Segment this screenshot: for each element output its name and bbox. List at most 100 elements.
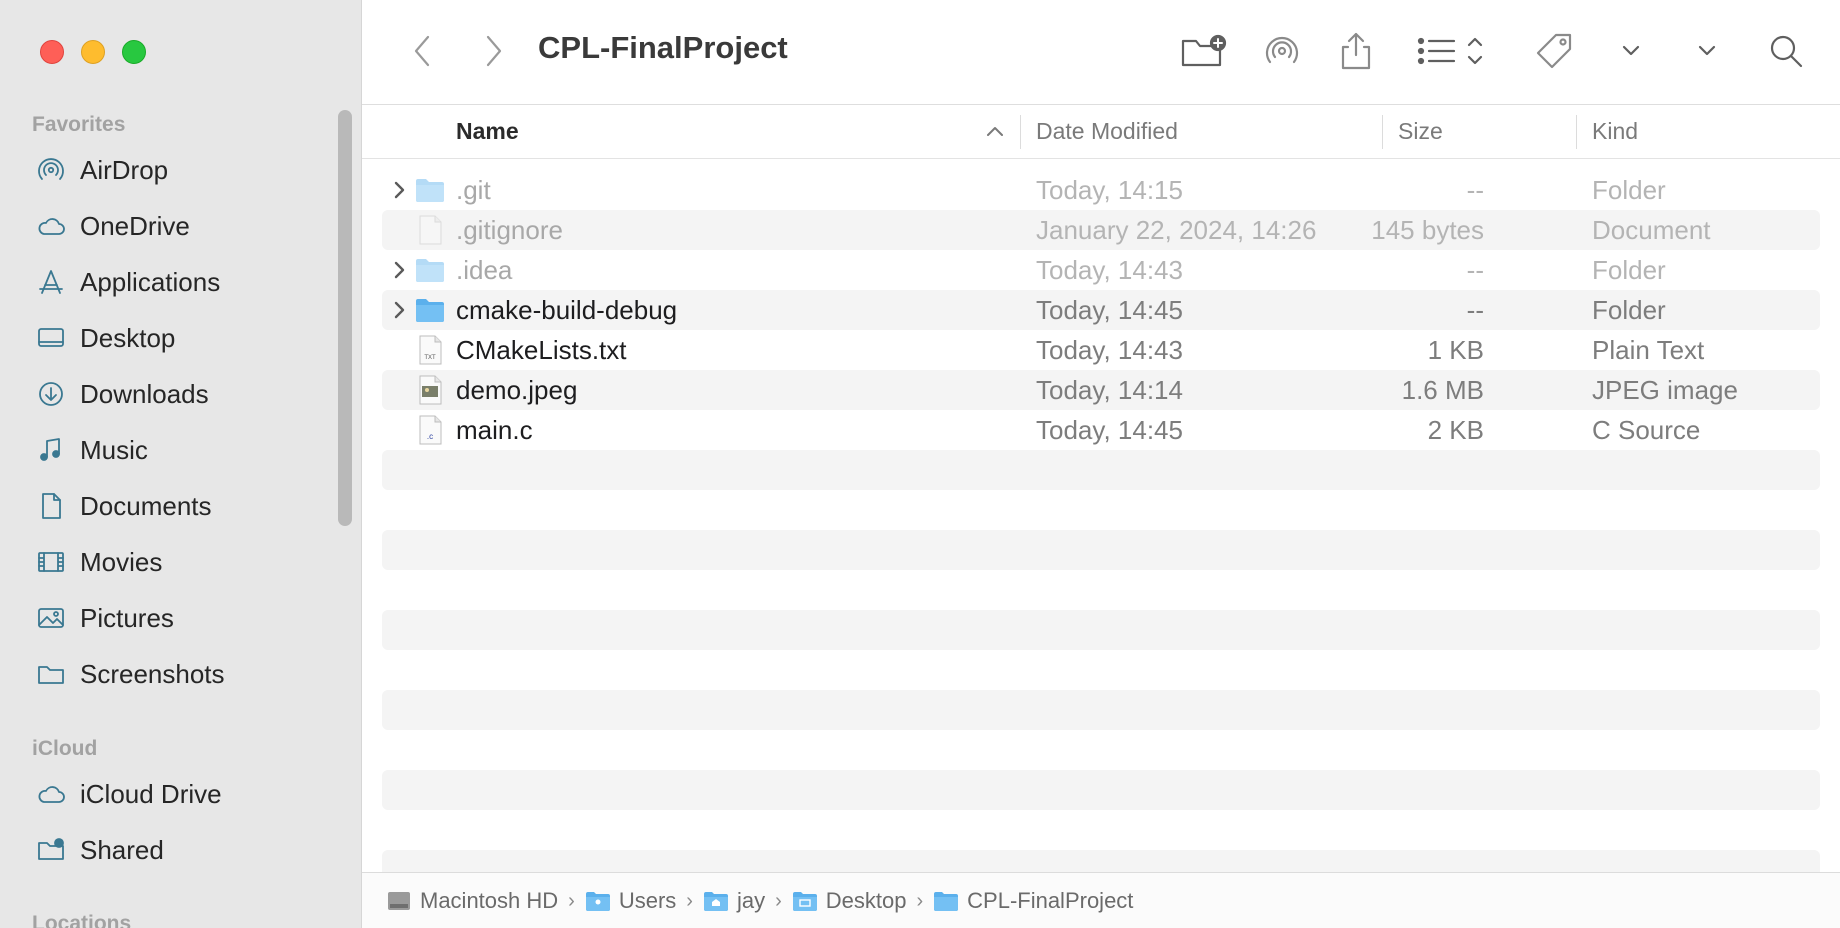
text-file-icon: TXT — [414, 334, 446, 366]
table-row[interactable]: .c main.c Today, 14:45 2 KB C Source — [382, 410, 1820, 450]
airdrop-button[interactable] — [1258, 26, 1306, 76]
table-row[interactable]: .gitignore January 22, 2024, 14:26 145 byt… — [382, 210, 1820, 250]
view-options-button[interactable] — [1416, 26, 1492, 76]
file-date-modified: Today, 14:15 — [1036, 175, 1183, 205]
desktop-folder-icon — [792, 889, 826, 913]
sidebar: Favorites AirDrop OneDrive Applications Des… — [0, 0, 362, 928]
chevron-right-icon — [486, 35, 502, 67]
path-item-label: Macintosh HD — [420, 888, 559, 913]
shared-folder-icon — [34, 833, 68, 867]
file-name: .gitignore — [456, 215, 563, 245]
file-kind: C Source — [1592, 415, 1701, 445]
file-kind: JPEG image — [1592, 375, 1738, 405]
svg-text:TXT: TXT — [424, 355, 436, 361]
column-size[interactable]: Size — [1398, 105, 1443, 158]
folder-icon — [414, 294, 446, 326]
table-row[interactable]: .git Today, 14:15 -- Folder — [382, 170, 1820, 210]
tags-button[interactable] — [1532, 26, 1576, 76]
column-date-modified[interactable]: Date Modified — [1036, 105, 1178, 158]
table-row[interactable]: cmake-build-debug Today, 14:45 -- Folder — [382, 290, 1820, 330]
action-menu-button[interactable] — [1616, 26, 1646, 76]
empty-row — [382, 610, 1820, 650]
column-name[interactable]: Name — [456, 105, 519, 158]
path-item-label: jay — [736, 888, 766, 913]
file-kind: Plain Text — [1592, 335, 1705, 365]
desktop-icon — [34, 321, 68, 355]
close-button[interactable] — [40, 40, 64, 64]
sidebar-item-music[interactable]: Music — [0, 422, 340, 478]
path-item[interactable]: CPL-FinalProject — [933, 888, 1133, 914]
toolbar: CPL-FinalProject — [362, 0, 1840, 105]
minimize-button[interactable] — [81, 40, 105, 64]
disclosure-triangle-icon[interactable] — [390, 258, 410, 282]
path-separator-chevron-icon: › — [686, 889, 693, 912]
sidebar-item-shared[interactable]: Shared — [0, 822, 340, 878]
airdrop-icon — [34, 153, 68, 187]
sidebar-item-label: Movies — [80, 546, 163, 577]
disclosure-triangle-icon[interactable] — [390, 178, 410, 202]
group-menu-button[interactable] — [1692, 26, 1722, 76]
folder-icon — [414, 254, 446, 286]
window-title: CPL-FinalProject — [538, 30, 788, 65]
table-row[interactable]: TXT CMakeLists.txt Today, 14:43 1 KB Plain T… — [382, 330, 1820, 370]
share-icon — [1341, 32, 1371, 70]
column-separator[interactable] — [1576, 115, 1577, 149]
file-date-modified: Today, 14:45 — [1036, 415, 1183, 445]
chevron-down-icon — [1622, 45, 1640, 56]
path-item[interactable]: jay — [703, 888, 765, 914]
sidebar-item-desktop[interactable]: Desktop — [0, 310, 340, 366]
favorites-heading: Favorites — [32, 113, 126, 136]
new-folder-icon — [1181, 34, 1227, 67]
sidebar-item-screenshots[interactable]: Screenshots — [0, 646, 340, 702]
disclosure-triangle-icon[interactable] — [390, 298, 410, 322]
sidebar-item-icloud-drive[interactable]: iCloud Drive — [0, 766, 340, 822]
sidebar-item-label: Music — [80, 434, 148, 465]
icloud-heading: iCloud — [32, 737, 98, 760]
film-icon — [34, 545, 68, 579]
sidebar-item-applications[interactable]: Applications — [0, 254, 340, 310]
path-item-label: CPL-FinalProject — [967, 888, 1134, 913]
new-folder-button[interactable] — [1178, 26, 1230, 76]
table-row[interactable]: .idea Today, 14:43 -- Folder — [382, 250, 1820, 290]
file-date-modified: Today, 14:43 — [1036, 255, 1183, 285]
cloud-icon — [34, 777, 68, 811]
file-name: .idea — [456, 255, 513, 285]
file-name: .git — [456, 175, 491, 205]
sort-ascending-icon[interactable] — [986, 124, 1004, 138]
forward-button[interactable] — [474, 26, 514, 76]
tag-icon — [1536, 33, 1572, 69]
empty-row — [382, 770, 1820, 810]
sidebar-item-pictures[interactable]: Pictures — [0, 590, 340, 646]
column-separator[interactable] — [1020, 115, 1021, 149]
sidebar-item-airdrop[interactable]: AirDrop — [0, 142, 340, 198]
sidebar-item-downloads[interactable]: Downloads — [0, 366, 340, 422]
path-item[interactable]: Macintosh HD — [386, 888, 558, 914]
back-button[interactable] — [402, 26, 442, 76]
sidebar-item-movies[interactable]: Movies — [0, 534, 340, 590]
path-separator-chevron-icon: › — [916, 889, 924, 912]
harddrive-icon — [386, 889, 420, 913]
share-button[interactable] — [1334, 26, 1378, 76]
sidebar-scrollbar[interactable] — [338, 110, 352, 526]
applications-icon — [34, 265, 68, 299]
sidebar-item-onedrive[interactable]: OneDrive — [0, 198, 340, 254]
column-separator[interactable] — [1382, 115, 1383, 149]
path-bar: Macintosh HD › Users › jay › Desktop › CPL-Final… — [362, 872, 1840, 928]
table-row[interactable]: demo.jpeg Today, 14:14 1.6 MB JPEG image — [382, 370, 1820, 410]
empty-row — [382, 690, 1820, 730]
empty-row — [382, 530, 1820, 570]
search-button[interactable] — [1764, 26, 1808, 76]
sidebar-item-documents[interactable]: Documents — [0, 478, 340, 534]
sidebar-item-label: Desktop — [80, 322, 176, 353]
column-kind[interactable]: Kind — [1592, 105, 1638, 158]
sidebar-item-label: Documents — [80, 490, 212, 521]
sidebar-item-label: Shared — [80, 834, 164, 865]
path-item[interactable]: Desktop — [792, 888, 907, 914]
search-icon — [1770, 35, 1803, 68]
sidebar-item-label: Downloads — [80, 378, 209, 409]
finder-window: Favorites AirDrop OneDrive Applications Des… — [0, 0, 1840, 928]
file-size: 1 KB — [1427, 335, 1484, 365]
zoom-button[interactable] — [122, 40, 146, 64]
path-item[interactable]: Users — [585, 888, 676, 914]
path-item-label: Desktop — [825, 888, 907, 913]
